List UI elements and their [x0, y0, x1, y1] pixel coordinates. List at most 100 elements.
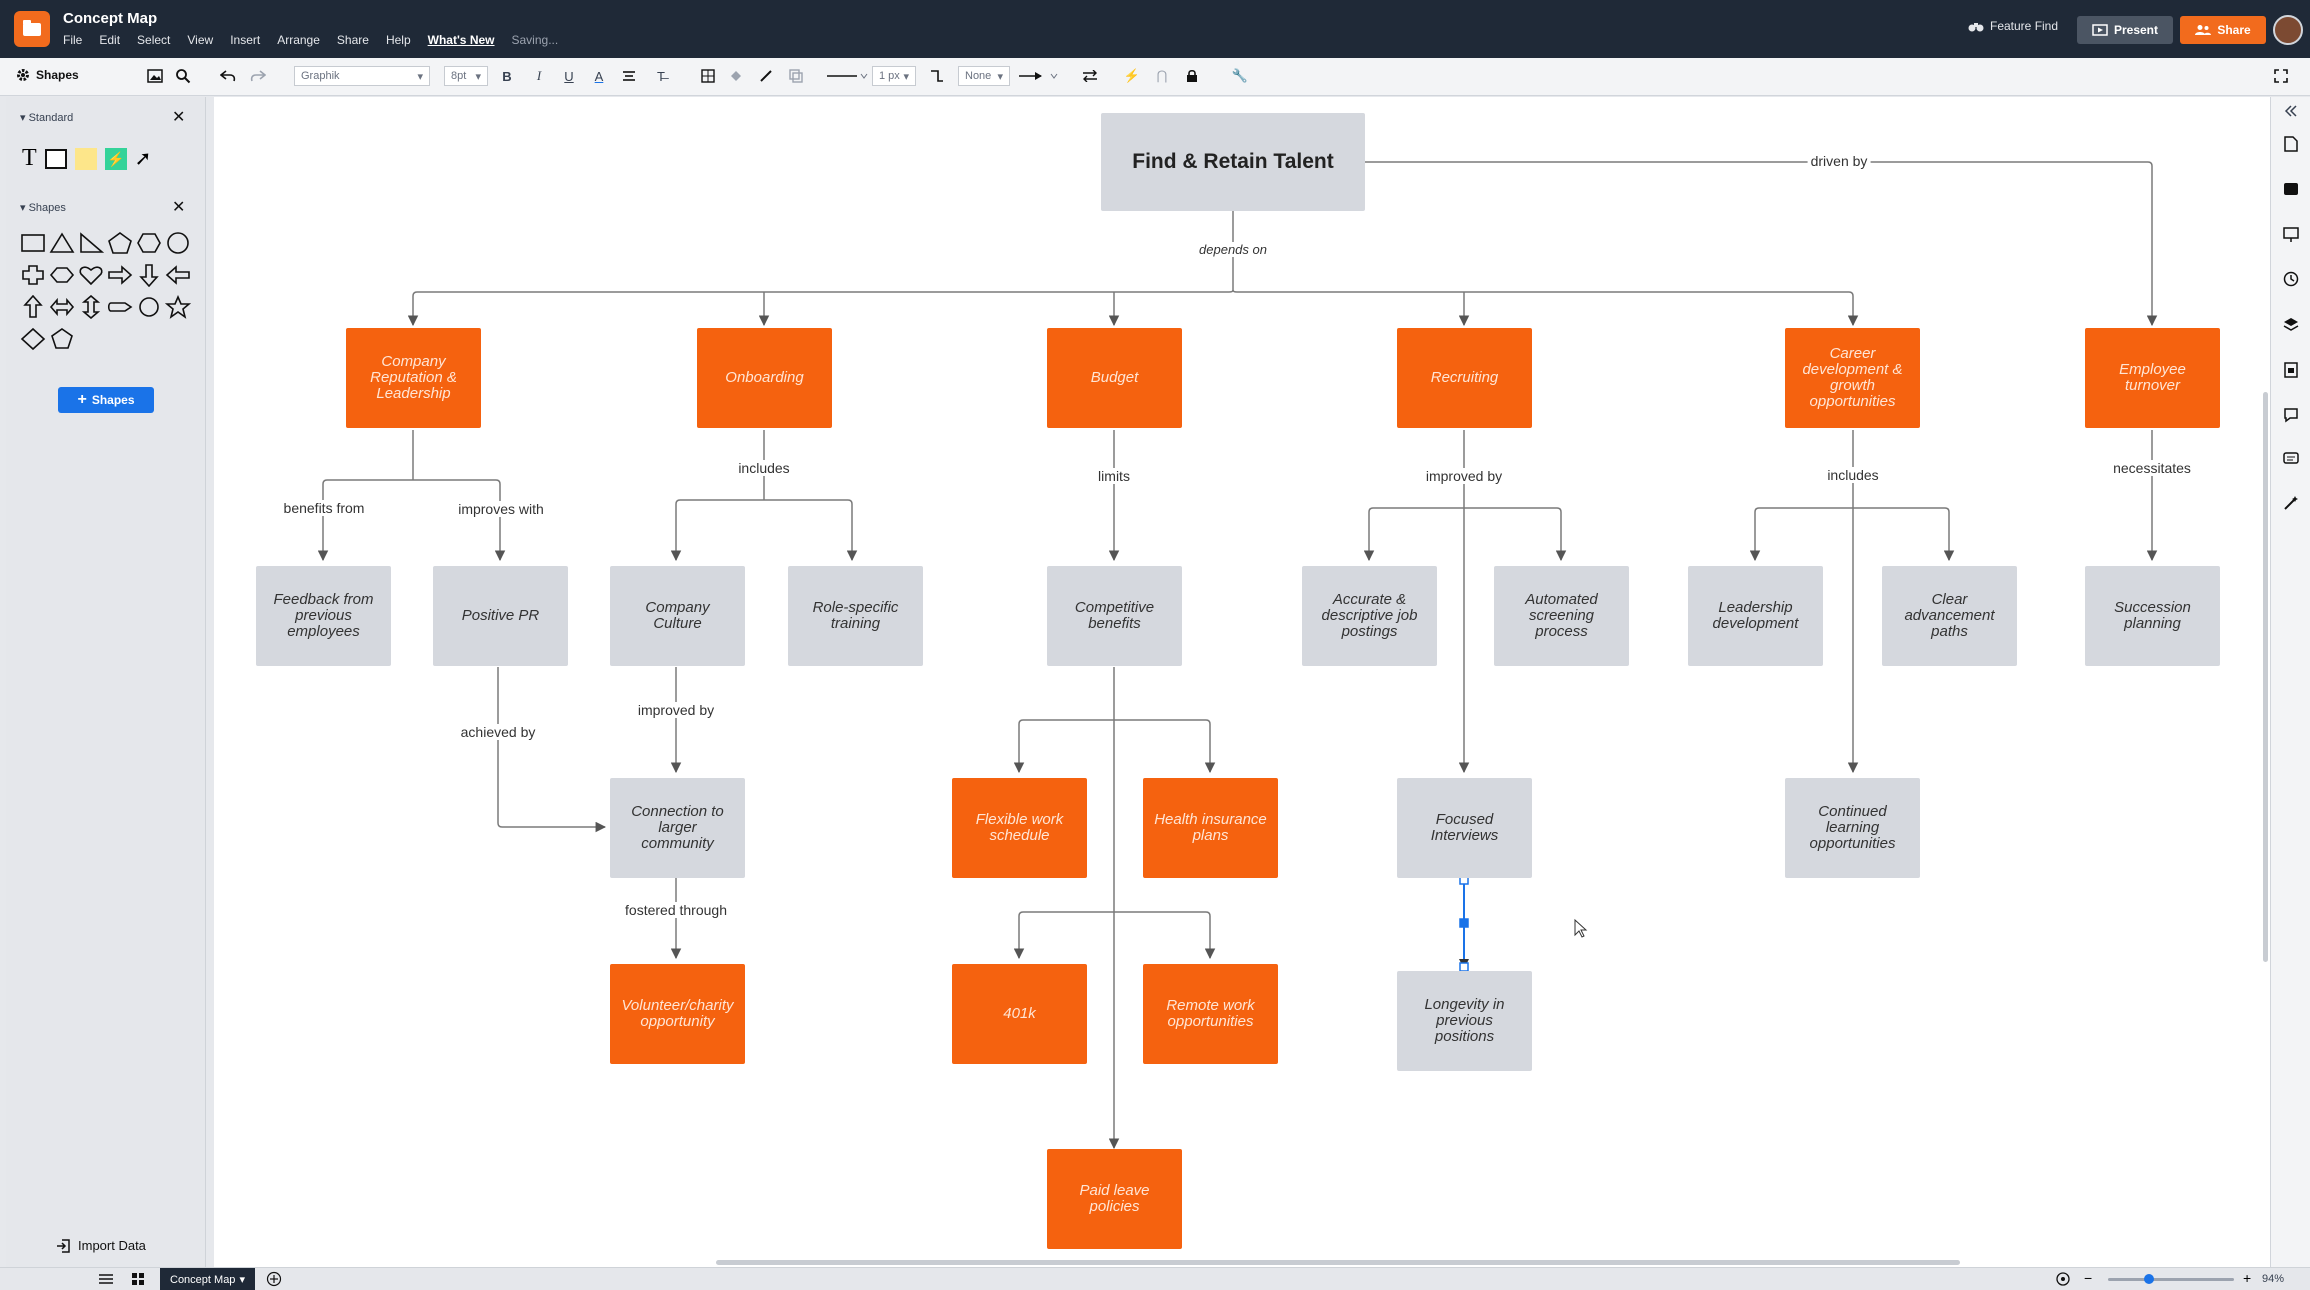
zoom-out-icon[interactable]: − [2084, 1270, 2092, 1286]
node-competitive-benefits[interactable]: Competitive benefits [1047, 566, 1182, 666]
edge-label[interactable]: driven by [1807, 153, 1871, 169]
wrench-icon[interactable]: 🔧 [1232, 66, 1248, 86]
cross-shape-icon[interactable] [20, 263, 46, 287]
node-automated-screening[interactable]: Automated screening process [1494, 566, 1629, 666]
edge-label[interactable]: improved by [1422, 468, 1506, 484]
edge-label[interactable]: fostered through [622, 902, 730, 918]
node-accurate-postings[interactable]: Accurate & descriptive job postings [1302, 566, 1437, 666]
pentagon-outline-shape-icon[interactable] [49, 327, 75, 351]
arrow-end-select[interactable] [1016, 66, 1062, 86]
node-continued-learning[interactable]: Continued learning opportunities [1785, 778, 1920, 878]
circle-shape-icon[interactable] [165, 231, 191, 255]
bold-icon[interactable]: B [500, 66, 514, 86]
import-data-button[interactable]: Import Data [56, 1238, 146, 1253]
magic-wand-icon[interactable] [2281, 493, 2301, 513]
edge-label[interactable]: limits [1095, 468, 1133, 484]
shapes-section-header[interactable]: ▾ Shapes [20, 201, 66, 214]
menu-insert[interactable]: Insert [230, 33, 260, 47]
link-icon[interactable]: ⋂ [1154, 66, 1170, 86]
node-advancement-paths[interactable]: Clear advancement paths [1882, 566, 2017, 666]
swap-arrows-icon[interactable] [1080, 66, 1100, 86]
arrow-left-shape-icon[interactable] [165, 263, 191, 287]
diamond-shape-icon[interactable] [20, 327, 46, 351]
node-company-reputation[interactable]: Company Reputation & Leadership [346, 328, 481, 428]
grid-view-icon[interactable] [131, 1272, 145, 1290]
arrow-up-shape-icon[interactable] [20, 295, 46, 319]
node-positive-pr[interactable]: Positive PR [433, 566, 568, 666]
node-focused-interviews[interactable]: Focused Interviews [1397, 778, 1532, 878]
standard-section-header[interactable]: ▾ Standard [20, 111, 73, 124]
image-icon[interactable] [146, 66, 164, 86]
node-401k[interactable]: 401k [952, 964, 1087, 1064]
connector[interactable] [413, 479, 506, 562]
shapes-panel-toggle[interactable]: Shapes [16, 68, 79, 82]
text-tool-icon[interactable]: T [22, 145, 37, 172]
pentagon-shape-icon[interactable] [107, 231, 133, 255]
list-view-icon[interactable] [98, 1272, 114, 1290]
heart-shape-icon[interactable] [78, 263, 104, 287]
fullscreen-icon[interactable] [2272, 66, 2290, 86]
line-style-select[interactable] [824, 66, 870, 86]
menu-share[interactable]: Share [337, 33, 369, 47]
connector[interactable] [1853, 507, 1955, 562]
data-icon[interactable] [2281, 360, 2301, 380]
text-color-icon[interactable]: A [592, 66, 606, 86]
double-arrow-horizontal-shape-icon[interactable] [49, 295, 75, 319]
edge-label[interactable]: depends on [1196, 242, 1270, 257]
right-triangle-shape-icon[interactable] [78, 231, 104, 255]
node-leadership-development[interactable]: Leadership development [1688, 566, 1823, 666]
edge-label[interactable]: necessitates [2110, 460, 2194, 476]
node-remote-work[interactable]: Remote work opportunities [1143, 964, 1278, 1064]
edge-label[interactable]: benefits from [280, 500, 368, 516]
node-budget[interactable]: Budget [1047, 328, 1182, 428]
menu-file[interactable]: File [63, 33, 82, 47]
menu-arrange[interactable]: Arrange [277, 33, 320, 47]
redo-icon[interactable] [249, 66, 267, 86]
node-succession-planning[interactable]: Succession planning [2085, 566, 2220, 666]
rectangle-shape-icon[interactable] [20, 231, 46, 255]
node-company-culture[interactable]: Company Culture [610, 566, 745, 666]
line-color-icon[interactable] [757, 66, 775, 86]
vertical-scrollbar[interactable] [2263, 392, 2268, 962]
fill-color-icon[interactable] [727, 66, 745, 86]
feature-find-button[interactable]: Feature Find [1968, 19, 2058, 33]
connector[interactable] [497, 667, 607, 833]
presentation-icon[interactable] [2281, 225, 2301, 245]
arrow-down-shape-icon[interactable] [136, 263, 162, 287]
menu-select[interactable]: Select [137, 33, 170, 47]
node-employee-turnover[interactable]: Employee turnover [2085, 328, 2220, 428]
edge-label[interactable]: achieved by [457, 724, 539, 740]
triangle-shape-icon[interactable] [49, 231, 75, 255]
connector[interactable] [1013, 719, 1114, 774]
menu-help[interactable]: Help [386, 33, 411, 47]
close-icon[interactable]: ✕ [172, 197, 185, 217]
horizontal-scrollbar[interactable] [716, 1260, 1960, 1265]
selected-connector[interactable] [1459, 875, 1469, 972]
font-size-select[interactable]: 8pt ▾ [444, 66, 488, 86]
connector[interactable] [1749, 507, 1853, 562]
rounded-arrow-shape-icon[interactable] [107, 295, 133, 319]
page-tab[interactable]: Concept Map ▾ [160, 1268, 255, 1290]
lock-icon[interactable] [1184, 66, 1200, 86]
zoom-level[interactable]: 94% [2262, 1273, 2284, 1285]
edge-label[interactable]: improves with [455, 501, 547, 517]
connector[interactable] [317, 479, 413, 562]
diagram-canvas[interactable]: Find & Retain Talent Company Reputation … [214, 97, 2270, 1267]
comment-icon[interactable] [2281, 405, 2301, 425]
undo-icon[interactable] [219, 66, 237, 86]
connector[interactable] [1365, 161, 2158, 327]
lightning-icon[interactable]: ⚡ [1124, 66, 1140, 86]
chat-icon[interactable] [2281, 449, 2301, 469]
node-career-development[interactable]: Career development & growth opportunitie… [1785, 328, 1920, 428]
edge-label[interactable]: improved by [634, 702, 718, 718]
double-arrow-vertical-shape-icon[interactable] [78, 295, 104, 319]
fit-to-screen-icon[interactable] [2055, 1271, 2071, 1290]
connector[interactable] [1232, 289, 1859, 327]
zoom-slider-handle[interactable] [2144, 1274, 2154, 1284]
lightning-tool-icon[interactable]: ⚡ [104, 147, 127, 170]
underline-icon[interactable]: U [562, 66, 576, 86]
node-role-training[interactable]: Role-specific training [788, 566, 923, 666]
circle-outline-shape-icon[interactable] [136, 295, 162, 319]
italic-icon[interactable]: I [532, 66, 546, 86]
connector[interactable] [1114, 719, 1216, 774]
